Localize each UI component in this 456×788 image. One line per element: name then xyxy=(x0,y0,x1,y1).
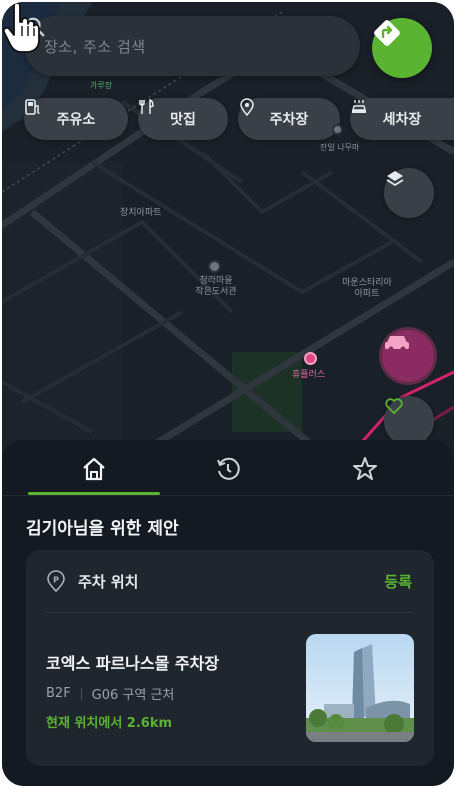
parking-pin-icon: P xyxy=(47,570,65,592)
chip-label: 주차장 xyxy=(269,112,309,128)
map-label-building: 잔일 나무마 xyxy=(320,143,360,152)
tap-hand-icon xyxy=(2,2,40,53)
parking-zone: G06 구역 근처 xyxy=(91,688,175,703)
layers-button[interactable] xyxy=(384,168,434,218)
parking-lot-detail: B2F G06 구역 근처 xyxy=(46,684,174,703)
card-divider xyxy=(46,612,414,613)
chip-gas-station[interactable]: 주유소 xyxy=(24,98,128,140)
favorite-place-button[interactable] xyxy=(384,396,434,446)
chip-car-wash[interactable]: 세차장 xyxy=(350,98,454,140)
car-wash-icon xyxy=(352,100,366,113)
library-poi-icon[interactable] xyxy=(208,260,221,273)
phone-screen: 잔일 나무마 장치아파트 청라마을 작은도서관 마운스타리아 아파트 휴플러스 … xyxy=(2,2,454,786)
tab-favorites[interactable] xyxy=(290,440,440,498)
search-bar[interactable]: 장소, 주소 검색 xyxy=(24,16,360,76)
pin-icon xyxy=(240,98,254,116)
parking-distance: 현재 위치에서 2.6km xyxy=(46,716,173,731)
layers-icon xyxy=(386,171,404,187)
chip-parking[interactable]: 주차장 xyxy=(238,98,340,140)
sheet-title: 김기아님을 위한 제안 xyxy=(26,519,179,539)
parking-floor: B2F xyxy=(46,686,71,701)
tab-recent[interactable] xyxy=(153,440,303,498)
map-label-apartment: 마운스타리아 아파트 xyxy=(342,278,392,299)
history-icon xyxy=(217,457,240,480)
svg-text:P: P xyxy=(53,576,59,585)
parking-lot-thumbnail xyxy=(306,634,414,742)
card-label: 주차 위치 xyxy=(78,572,139,591)
route-button[interactable] xyxy=(372,18,432,78)
car-icon xyxy=(385,336,409,352)
parking-lot-name: 코엑스 파르나스몰 주차장 xyxy=(46,654,220,673)
map-label-library: 청라마을 작은도서관 xyxy=(195,276,237,297)
parking-car-button[interactable] xyxy=(382,330,434,382)
search-placeholder: 장소, 주소 검색 xyxy=(44,37,146,56)
star-icon xyxy=(353,457,377,480)
sheet-tabs xyxy=(2,440,454,498)
map-label-top: 가루장 xyxy=(90,81,113,90)
chip-label: 주유소 xyxy=(56,112,96,128)
bottom-sheet: 김기아님을 위한 제안 P 주차 위치 등록 코엑스 파르나스몰 주차장 B2F… xyxy=(2,440,454,786)
map-view[interactable]: 잔일 나무마 장치아파트 청라마을 작은도서관 마운스타리아 아파트 휴플러스 … xyxy=(2,2,454,462)
heart-icon xyxy=(385,398,403,415)
home-icon xyxy=(83,457,105,481)
active-tab-indicator xyxy=(28,492,160,495)
chip-label: 맛집 xyxy=(170,112,196,128)
tab-home[interactable] xyxy=(19,440,169,498)
map-label-poi: 휴플러스 xyxy=(292,370,326,380)
register-button[interactable]: 등록 xyxy=(384,571,412,592)
gas-station-icon xyxy=(25,99,40,115)
parking-location-card[interactable]: P 주차 위치 등록 코엑스 파르나스몰 주차장 B2F G06 구역 근처 현… xyxy=(26,550,434,766)
map-label-apartment-complex: 장치아파트 xyxy=(120,208,162,218)
detail-separator xyxy=(80,687,82,700)
map-poi-icon[interactable] xyxy=(332,124,343,135)
parking-poi-icon[interactable] xyxy=(304,352,317,365)
chip-label: 세차장 xyxy=(382,112,422,128)
directions-icon xyxy=(374,20,400,46)
fork-knife-icon xyxy=(139,98,154,114)
tabs-divider xyxy=(2,495,454,496)
chip-restaurant[interactable]: 맛집 xyxy=(138,98,228,140)
card-header: P 주차 위치 등록 xyxy=(26,550,434,612)
